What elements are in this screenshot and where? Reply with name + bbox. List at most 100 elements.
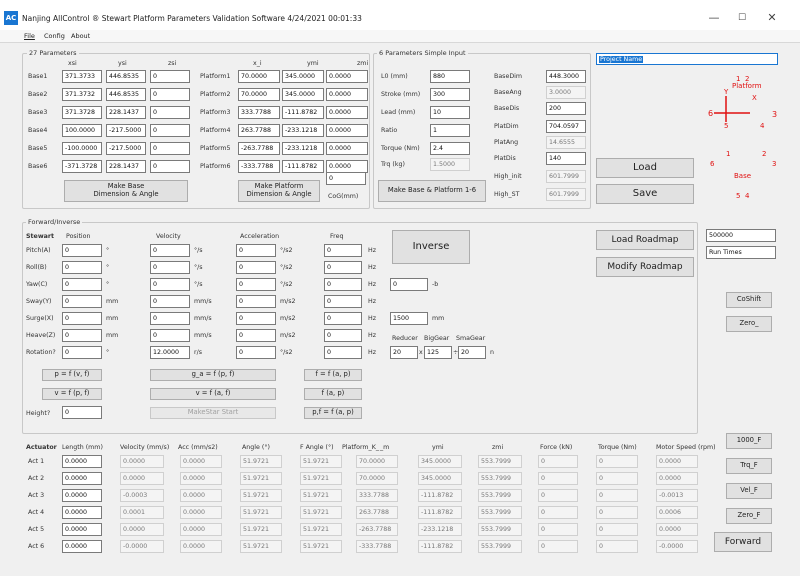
simple-param-input[interactable]: 880 [430,70,470,83]
inverse-button[interactable]: Inverse [392,230,470,264]
coshift-button[interactable]: CoShift [726,292,772,308]
dof-acceleration-input[interactable]: 0 [236,295,276,308]
make-platform-button[interactable]: Make Platform Dimension & Angle [238,180,320,202]
dof-velocity-input[interactable]: 12.0000 [150,346,190,359]
base-param-input[interactable]: 0 [150,160,190,173]
dof-velocity-input[interactable]: 0 [150,244,190,257]
platform-param-input[interactable]: 70.0000 [238,70,280,83]
dof-freq-input[interactable]: 0 [324,244,362,257]
dof-acceleration-input[interactable]: 0 [236,261,276,274]
dof-position-input[interactable]: 0 [62,261,102,274]
platform-param-input[interactable]: -263.7788 [238,142,280,155]
platform-param-input[interactable]: 345.0000 [282,88,324,101]
actuator-len-field[interactable]: 0.0000 [62,472,102,485]
calc-v-button[interactable]: v = f (p, f) [42,388,102,400]
modify-roadmap-button[interactable]: Modify Roadmap [596,257,694,277]
dof-freq-input[interactable]: 0 [324,312,362,325]
extra-input-2[interactable]: 1500 [390,312,428,325]
platform-param-input[interactable]: 0.0000 [326,106,368,119]
make-base-button[interactable]: Make Base Dimension & Angle [64,180,188,202]
actuator-side-button[interactable]: Trq_F [726,458,772,474]
base-param-input[interactable]: 446.8535 [106,88,146,101]
actuator-len-field[interactable]: 0.0000 [62,455,102,468]
platform-param-input[interactable]: 0.0000 [326,88,368,101]
base-param-input[interactable]: 0 [150,106,190,119]
calc-fa-button[interactable]: f (a, p) [304,388,362,400]
base-param-input[interactable]: -100.0000 [62,142,102,155]
cog-input[interactable]: 0 [326,172,366,185]
dof-position-input[interactable]: 0 [62,244,102,257]
base-param-input[interactable]: 228.1437 [106,106,146,119]
close-button[interactable]: ✕ [758,8,786,28]
platform-param-input[interactable]: -233.1218 [282,124,324,137]
forward-button[interactable]: Forward [714,532,772,552]
run-times-input[interactable]: Run Times [706,246,776,259]
calc-f-button[interactable]: f = f (a, p) [304,369,362,381]
simple-param-input[interactable]: 300 [430,88,470,101]
platform-param-input[interactable]: 0.0000 [326,142,368,155]
dof-freq-input[interactable]: 0 [324,261,362,274]
base-param-input[interactable]: 371.3733 [62,70,102,83]
minimize-button[interactable]: — [700,8,728,28]
save-button[interactable]: Save [596,184,694,204]
simple-param-input[interactable]: 10 [430,106,470,119]
zero-button[interactable]: Zero_ [726,316,772,332]
base-param-input[interactable]: 446.8535 [106,70,146,83]
make-base-platform-button[interactable]: Make Base & Platform 1-6 [378,180,486,202]
base-param-input[interactable]: -217.5000 [106,124,146,137]
roadmap-input[interactable]: 500000 [706,229,776,242]
actuator-len-field[interactable]: 0.0000 [62,506,102,519]
reducer-input[interactable]: 125 [424,346,452,359]
platform-param-input[interactable]: 0.0000 [326,124,368,137]
base-param-input[interactable]: -371.3728 [62,160,102,173]
dof-position-input[interactable]: 0 [62,346,102,359]
dof-acceleration-input[interactable]: 0 [236,346,276,359]
dof-freq-input[interactable]: 0 [324,295,362,308]
load-roadmap-button[interactable]: Load Roadmap [596,230,694,250]
simple-param-input[interactable]: 2.4 [430,142,470,155]
height-input[interactable]: 0 [62,406,102,419]
simple-param-input[interactable]: 1 [430,124,470,137]
platform-param-input[interactable]: 70.0000 [238,88,280,101]
dof-acceleration-input[interactable]: 0 [236,278,276,291]
simple-derived-input[interactable]: 140 [546,152,586,165]
dof-velocity-input[interactable]: 0 [150,329,190,342]
base-param-input[interactable]: 0 [150,124,190,137]
base-param-input[interactable]: 371.3728 [62,106,102,119]
base-param-input[interactable]: 228.1437 [106,160,146,173]
platform-param-input[interactable]: -111.8782 [282,106,324,119]
simple-derived-input[interactable]: 704.0597 [546,120,586,133]
dof-velocity-input[interactable]: 0 [150,261,190,274]
reducer-input[interactable]: 20 [390,346,418,359]
menu-file[interactable]: File [24,32,35,40]
dof-velocity-input[interactable]: 0 [150,278,190,291]
dof-freq-input[interactable]: 0 [324,278,362,291]
reducer-input[interactable]: 20 [458,346,486,359]
actuator-side-button[interactable]: Vel_F [726,483,772,499]
actuator-side-button[interactable]: 1000_F [726,433,772,449]
dof-velocity-input[interactable]: 0 [150,312,190,325]
menu-about[interactable]: About [71,32,90,40]
base-param-input[interactable]: 0 [150,88,190,101]
platform-param-input[interactable]: 345.0000 [282,70,324,83]
actuator-len-field[interactable]: 0.0000 [62,489,102,502]
simple-derived-input[interactable]: 448.3000 [546,70,586,83]
dof-position-input[interactable]: 0 [62,312,102,325]
dof-acceleration-input[interactable]: 0 [236,329,276,342]
dof-freq-input[interactable]: 0 [324,346,362,359]
dof-position-input[interactable]: 0 [62,278,102,291]
platform-param-input[interactable]: 263.7788 [238,124,280,137]
extra-input-1[interactable]: 0 [390,278,428,291]
dof-position-input[interactable]: 0 [62,295,102,308]
platform-param-input[interactable]: 333.7788 [238,106,280,119]
calc-p-button[interactable]: p = f (v, f) [42,369,102,381]
menu-config[interactable]: Config [44,32,65,40]
platform-param-input[interactable]: 0.0000 [326,70,368,83]
base-param-input[interactable]: 371.3732 [62,88,102,101]
actuator-len-field[interactable]: 0.0000 [62,523,102,536]
dof-position-input[interactable]: 0 [62,329,102,342]
base-param-input[interactable]: 0 [150,142,190,155]
actuator-len-field[interactable]: 0.0000 [62,540,102,553]
platform-param-input[interactable]: -111.8782 [282,160,324,173]
actuator-side-button[interactable]: Zero_F [726,508,772,524]
